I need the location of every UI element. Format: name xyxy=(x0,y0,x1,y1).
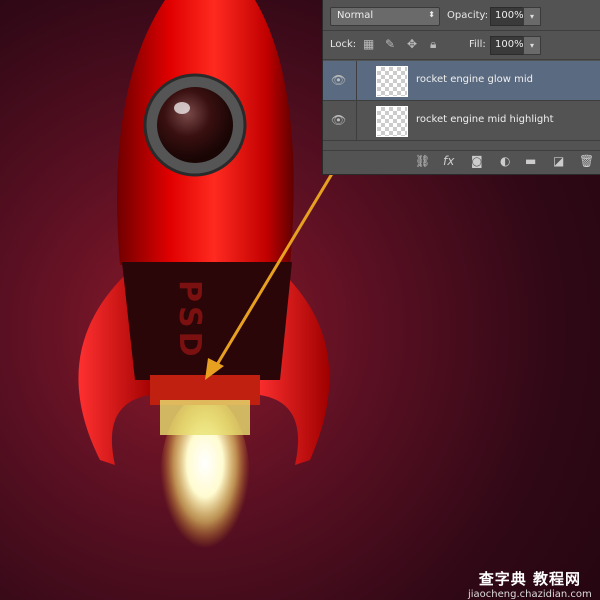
lock-all-icon[interactable]: 🔒︎ xyxy=(430,37,436,52)
layers-footer: ⛓ fx ◙ ◐ ▬ ◪ 🗑︎ xyxy=(323,150,600,174)
trash-icon[interactable]: 🗑︎ xyxy=(579,154,594,168)
lock-transparency-icon[interactable]: ▦ xyxy=(363,37,374,51)
folder-icon[interactable]: ▬ xyxy=(525,154,536,168)
lock-move-icon[interactable]: ✥ xyxy=(407,37,417,51)
adjustment-icon[interactable]: ◐ xyxy=(500,154,510,168)
layer-row[interactable]: 👁︎ rocket engine mid highlight xyxy=(323,101,600,141)
layer-thumbnail xyxy=(376,66,408,97)
opacity-label: Opacity: xyxy=(447,10,489,21)
layer-row[interactable]: 👁︎ rocket engine glow mid xyxy=(323,61,600,101)
engine-glow xyxy=(160,400,250,435)
updown-icon: ⬍ xyxy=(428,10,435,19)
watermark-title: 查字典 教程网 xyxy=(478,570,581,588)
link-icon[interactable]: ⛓ xyxy=(415,154,430,168)
lock-row: Lock: ▦ ✎ ✥ 🔒︎ Fill: 100% ▾ xyxy=(323,31,600,60)
blend-mode-select[interactable]: Normal ⬍ xyxy=(330,7,440,26)
eye-icon[interactable]: 👁︎ xyxy=(331,73,346,87)
layer-thumbnail xyxy=(376,106,408,137)
porthole-highlight xyxy=(174,102,190,114)
fill-label: Fill: xyxy=(469,39,486,50)
fill-dropdown[interactable]: ▾ xyxy=(523,36,541,55)
watermark: 查字典 教程网 jiaocheng.chazidian.com xyxy=(468,568,592,600)
porthole-window xyxy=(157,87,233,163)
eye-icon[interactable]: 👁︎ xyxy=(331,113,346,127)
blend-mode-value: Normal xyxy=(337,10,374,21)
lock-paint-icon[interactable]: ✎ xyxy=(385,37,395,51)
lock-label: Lock: xyxy=(330,39,357,50)
blend-options-row: Normal ⬍ Opacity: 100% ▾ xyxy=(323,0,600,31)
watermark-url: jiaocheng.chazidian.com xyxy=(468,589,592,600)
layers-panel: Normal ⬍ Opacity: 100% ▾ Lock: ▦ ✎ ✥ 🔒︎ F… xyxy=(322,0,600,175)
layer-name: rocket engine glow mid xyxy=(416,74,533,85)
opacity-dropdown[interactable]: ▾ xyxy=(523,7,541,26)
layer-name: rocket engine mid highlight xyxy=(416,114,554,125)
mask-icon[interactable]: ◙ xyxy=(471,154,483,168)
new-layer-icon[interactable]: ◪ xyxy=(553,154,564,168)
rocket-lettering: PSD xyxy=(172,280,207,361)
fx-icon[interactable]: fx xyxy=(443,154,454,168)
